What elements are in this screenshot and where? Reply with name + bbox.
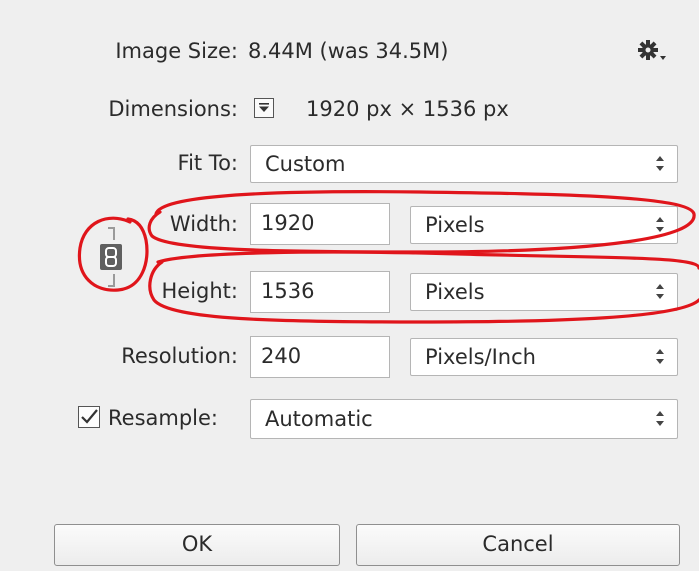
resample-checkbox[interactable] bbox=[78, 406, 100, 428]
select-arrows-icon bbox=[655, 400, 665, 438]
dimensions-label: Dimensions: bbox=[108, 97, 238, 121]
dimensions-times-sign: × bbox=[398, 97, 417, 121]
resample-select[interactable]: Automatic bbox=[250, 399, 678, 439]
width-label: Width: bbox=[169, 212, 238, 236]
fit-to-value: Custom bbox=[265, 152, 346, 176]
image-size-label: Image Size: bbox=[115, 39, 238, 63]
select-arrows-icon bbox=[655, 146, 665, 182]
cancel-button[interactable]: Cancel bbox=[356, 524, 680, 566]
height-unit-value: Pixels bbox=[425, 280, 485, 304]
dimensions-height-unit: px bbox=[483, 97, 509, 121]
dimensions-width-unit: px bbox=[366, 97, 392, 121]
height-input[interactable]: 1536 bbox=[250, 271, 390, 313]
width-unit-select[interactable]: Pixels bbox=[410, 206, 678, 244]
resolution-unit-select[interactable]: Pixels/Inch bbox=[410, 338, 678, 376]
dimensions-value: 1920 px × 1536 px bbox=[306, 94, 509, 124]
resolution-label: Resolution: bbox=[121, 344, 238, 368]
height-unit-select[interactable]: Pixels bbox=[410, 273, 678, 311]
select-arrows-icon bbox=[655, 339, 665, 375]
gear-icon[interactable] bbox=[636, 36, 670, 66]
resolution-input[interactable]: 240 bbox=[250, 336, 390, 378]
checkmark-icon bbox=[81, 409, 98, 424]
dimensions-dropdown-icon[interactable] bbox=[254, 98, 274, 118]
image-size-value: 8.44M (was 34.5M) bbox=[248, 39, 449, 63]
fit-to-select[interactable]: Custom bbox=[250, 145, 678, 183]
dimensions-width-value: 1920 bbox=[306, 97, 360, 121]
select-arrows-icon bbox=[655, 274, 665, 310]
width-input[interactable]: 1920 bbox=[250, 203, 390, 245]
resolution-unit-value: Pixels/Inch bbox=[425, 345, 536, 369]
dimensions-height-value: 1536 bbox=[422, 97, 477, 121]
ok-button[interactable]: OK bbox=[54, 524, 340, 566]
resample-value: Automatic bbox=[265, 407, 373, 431]
height-label: Height: bbox=[161, 279, 239, 303]
width-unit-value: Pixels bbox=[425, 213, 485, 237]
select-arrows-icon bbox=[655, 207, 665, 243]
fit-to-label: Fit To: bbox=[177, 151, 238, 175]
resample-label: Resample: bbox=[108, 406, 218, 430]
